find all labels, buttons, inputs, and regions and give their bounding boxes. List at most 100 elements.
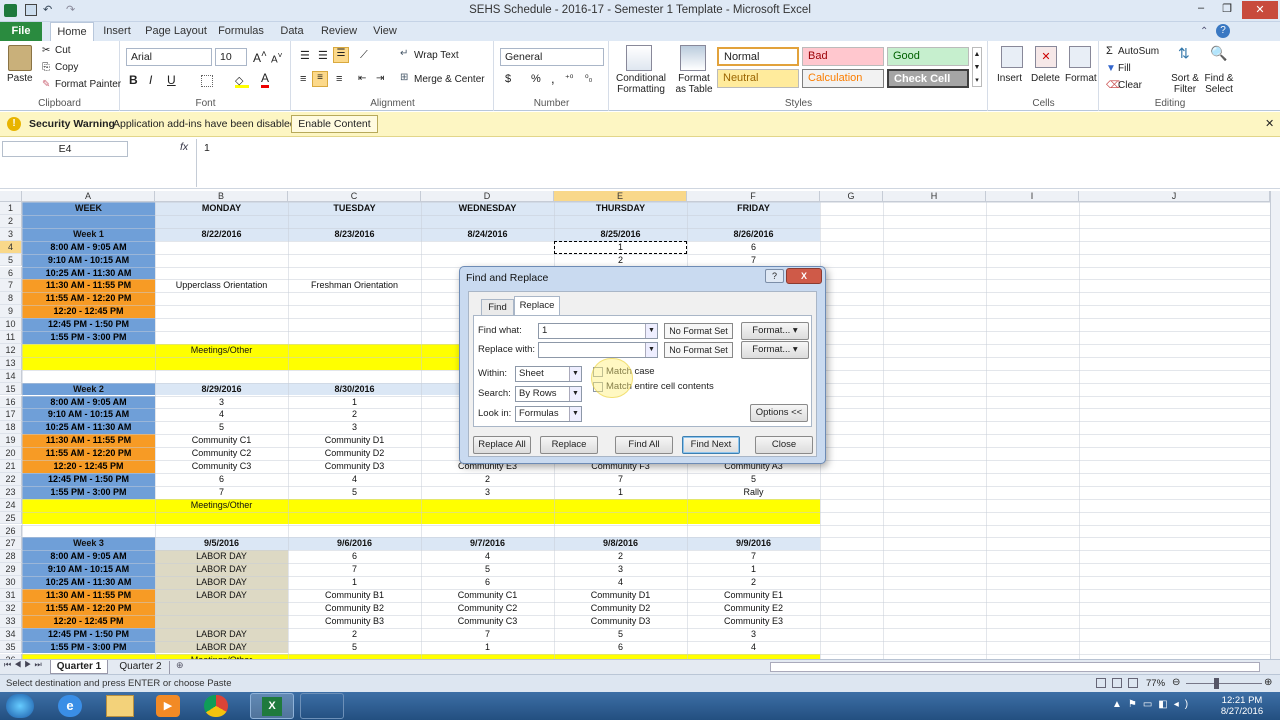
w2-c19[interactable]: Community D1 [288, 434, 421, 447]
freshman-orientation[interactable]: Freshman Orientation [288, 279, 421, 292]
w3-f33[interactable]: Community E3 [687, 615, 820, 628]
find-all-button[interactable]: Find All [615, 436, 673, 454]
w3-f34[interactable]: 3 [687, 628, 820, 641]
time-slot-w2-6[interactable]: 12:45 PM - 1:50 PM [22, 473, 155, 486]
find-what-dropdown-icon[interactable]: ▼ [645, 324, 657, 338]
w3-f30[interactable]: 2 [687, 576, 820, 589]
w3-d31[interactable]: Community C1 [421, 589, 554, 602]
week1-date-3[interactable]: 8/24/2016 [421, 228, 554, 241]
decrease-indent-icon[interactable]: ⇤ [358, 73, 366, 84]
w3-b29[interactable]: LABOR DAY [155, 563, 288, 576]
find-select-icon[interactable]: 🔍 [1210, 45, 1227, 62]
week1-date-2[interactable]: 8/23/2016 [288, 228, 421, 241]
vertical-scrollbar[interactable] [1270, 191, 1280, 659]
w3-c35[interactable]: 5 [288, 641, 421, 654]
replace-with-input[interactable]: ▼ [538, 342, 658, 358]
row-header-6[interactable]: 6 [0, 266, 22, 280]
w2-c16[interactable]: 1 [288, 396, 421, 409]
time-slot-w2-2[interactable]: 10:25 AM - 11:30 AM [22, 421, 155, 434]
week3-date-3[interactable]: 9/7/2016 [421, 537, 554, 550]
week2-date-0[interactable]: Week 2 [22, 383, 155, 396]
w2-c21[interactable]: Community D3 [288, 460, 421, 473]
paste-icon[interactable] [8, 45, 32, 71]
time-slot-w2-4[interactable]: 11:55 AM - 12:20 PM [22, 447, 155, 460]
column-header-c[interactable]: C [288, 191, 421, 202]
cell-e4[interactable]: 1 [554, 240, 687, 254]
sort-filter-button[interactable]: Sort & Filter [1170, 73, 1200, 95]
shrink-font-icon[interactable]: A˅ [271, 50, 283, 65]
row-header-28[interactable]: 28 [0, 550, 22, 564]
time-slot-w1-7[interactable]: 1:55 PM - 3:00 PM [22, 331, 155, 344]
zoom-in-icon[interactable]: ⊕ [1264, 677, 1272, 688]
column-header-h[interactable]: H [883, 191, 986, 202]
row-header-11[interactable]: 11 [0, 331, 22, 344]
time-slot-w3-2[interactable]: 10:25 AM - 11:30 AM [22, 576, 155, 589]
close-window-button[interactable]: ✕ [1242, 1, 1278, 19]
column-header-a[interactable]: A [22, 191, 155, 202]
clear-button[interactable]: Clear [1118, 80, 1142, 91]
sheet-nav-icon[interactable]: ⏮◀▶⏭ [4, 660, 45, 670]
column-header-d[interactable]: D [421, 191, 554, 202]
wrap-text-button[interactable]: Wrap Text [414, 50, 459, 61]
cell-f4[interactable]: 6 [687, 241, 820, 254]
insert-cells-icon[interactable] [1001, 46, 1023, 68]
header-monday[interactable]: MONDAY [155, 202, 288, 215]
row-header-8[interactable]: 8 [0, 292, 22, 306]
autosum-button[interactable]: AutoSum [1118, 46, 1159, 57]
cell-e5[interactable]: 2 [554, 254, 687, 267]
w3-d30[interactable]: 6 [421, 576, 554, 589]
format-cells-icon[interactable] [1069, 46, 1091, 68]
minimize-button[interactable]: – [1188, 2, 1214, 18]
time-slot-w2-7[interactable]: 1:55 PM - 3:00 PM [22, 486, 155, 499]
time-slot-w3-7[interactable]: 1:55 PM - 3:00 PM [22, 641, 155, 654]
w3-d29[interactable]: 5 [421, 563, 554, 576]
copy-button[interactable]: Copy [55, 62, 78, 73]
time-slot-w2-5[interactable]: 12:20 - 12:45 PM [22, 460, 155, 473]
w3-d32[interactable]: Community C2 [421, 602, 554, 615]
row-header-7[interactable]: 7 [0, 279, 22, 293]
align-middle-icon[interactable]: ☰ [318, 49, 328, 62]
w2-c20[interactable]: Community D2 [288, 447, 421, 460]
time-slot-w1-6[interactable]: 12:45 PM - 1:50 PM [22, 318, 155, 331]
w3-e31[interactable]: Community D1 [554, 589, 687, 602]
time-slot-w2-1[interactable]: 9:10 AM - 10:15 AM [22, 408, 155, 421]
row-header-12[interactable]: 12 [0, 343, 22, 357]
time-slot-w3-4[interactable]: 11:55 AM - 12:20 PM [22, 602, 155, 615]
clock[interactable]: 12:21 PM 8/27/2016 [1212, 695, 1272, 717]
w3-d33[interactable]: Community C3 [421, 615, 554, 628]
w3-c31[interactable]: Community B1 [288, 589, 421, 602]
styles-scroll[interactable]: ▲ ▼ ▾ [972, 47, 982, 87]
w2-b16[interactable]: 3 [155, 396, 288, 409]
w2-d23[interactable]: 3 [421, 486, 554, 499]
week1-date-1[interactable]: 8/22/2016 [155, 228, 288, 241]
w2-e22[interactable]: 7 [554, 473, 687, 486]
row-header-16[interactable]: 16 [0, 395, 22, 409]
within-select[interactable]: Sheet ▼ [515, 366, 582, 382]
w3-d35[interactable]: 1 [421, 641, 554, 654]
format-painter-button[interactable]: Format Painter [55, 79, 121, 90]
w3-c30[interactable]: 1 [288, 576, 421, 589]
week1-date-5[interactable]: 8/26/2016 [687, 228, 820, 241]
w2-e23[interactable]: 1 [554, 486, 687, 499]
meetings-other-1[interactable]: Meetings/Other [155, 344, 288, 357]
week3-date-4[interactable]: 9/8/2016 [554, 537, 687, 550]
grow-font-icon[interactable]: A˄ [253, 49, 267, 65]
time-slot-w3-3[interactable]: 11:30 AM - 11:55 PM [22, 589, 155, 602]
excel-taskbar-button[interactable]: X [250, 693, 294, 719]
options-button[interactable]: Options << [750, 404, 808, 422]
cut-icon[interactable]: ✂ [42, 45, 50, 56]
orientation-icon[interactable]: ⟋ [360, 49, 368, 62]
w2-b18[interactable]: 5 [155, 421, 288, 434]
delete-cells-button[interactable]: Delete [1031, 73, 1060, 84]
row-header-29[interactable]: 29 [0, 563, 22, 577]
w3-e28[interactable]: 2 [554, 550, 687, 563]
paste-button[interactable]: Paste [7, 73, 33, 84]
percent-button[interactable]: % [531, 73, 541, 85]
row-header-34[interactable]: 34 [0, 627, 22, 641]
row-header-17[interactable]: 17 [0, 408, 22, 422]
align-left-icon[interactable]: ≡ [300, 73, 306, 85]
w2-d22[interactable]: 2 [421, 473, 554, 486]
increase-indent-icon[interactable]: ⇥ [376, 73, 384, 84]
time-slot-w3-0[interactable]: 8:00 AM - 9:05 AM [22, 550, 155, 563]
tray-icons[interactable]: ▲⚑▭◧◂) [1112, 699, 1194, 710]
